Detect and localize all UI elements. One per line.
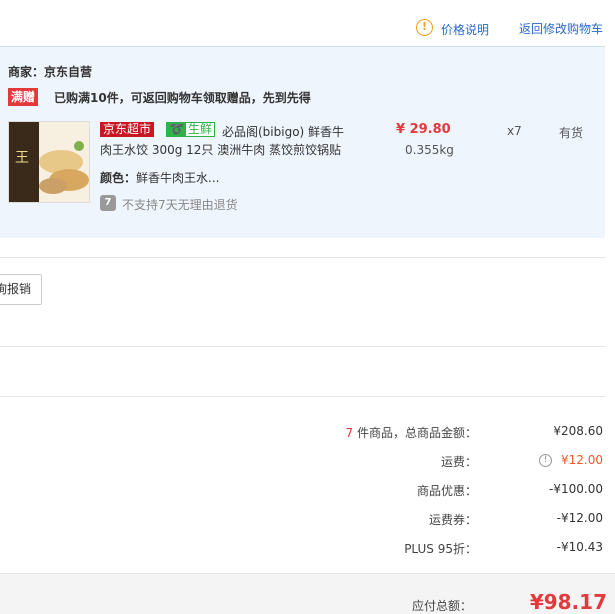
fresh-tag: ➰ 生鲜 (166, 122, 215, 137)
product-weight: 0.355kg (405, 143, 454, 157)
count-label-text: 件商品，总商品金额： (353, 426, 477, 440)
divider (0, 346, 605, 347)
gift-badge: 满赠 (8, 88, 39, 106)
product-thumbnail[interactable]: 王 (8, 121, 90, 203)
coupon-label: 运费券： (428, 513, 477, 527)
total-label: 应付总额： (411, 599, 472, 613)
plus-discount-amount: -¥10.43 (556, 540, 603, 554)
product-title-line1[interactable]: 必品阁(bibigo) 鲜香牛 (222, 123, 344, 140)
stock-status: 有货 (559, 126, 584, 140)
discount-amount: -¥100.00 (549, 482, 603, 496)
svg-text:王: 王 (15, 150, 29, 166)
summary-row-freight: 运费： ! ¥12.00 (0, 453, 605, 469)
dumpling-image-icon: 王 (9, 122, 89, 202)
total-amount: ¥98.17 (529, 590, 607, 614)
product-quantity: x7 (507, 124, 522, 138)
no-return-text: 不支持7天无理由退货 (122, 198, 238, 212)
product-price: ¥ 29.80 (396, 122, 451, 137)
reimbursement-button[interactable]: 询报销 (0, 274, 42, 305)
price-note-link[interactable]: 价格说明 (441, 21, 489, 38)
discount-label: 商品优惠： (416, 484, 477, 498)
product-title-line2[interactable]: 肉王水饺 300g 12只 澳洲牛肉 蒸饺煎饺锅贴 (100, 141, 341, 158)
freight-label: 运费： (440, 455, 477, 469)
order-panel: 商家：京东自营 满赠 已购满10件，可返回购物车领取赠品，先到先得 王 京东超市… (0, 46, 605, 238)
leaf-icon: ➰ (167, 122, 186, 136)
info-icon[interactable]: ! (416, 19, 433, 36)
gift-promo-text: 已购满10件，可返回购物车领取赠品，先到先得 (54, 91, 311, 105)
summary-count-label: 7 件商品，总商品金额： (346, 424, 477, 441)
summary-row-coupon: 运费券： -¥12.00 (0, 511, 605, 527)
divider (0, 396, 605, 397)
color-label: 颜色： (100, 171, 137, 185)
freight-amount: ¥12.00 (561, 453, 603, 467)
back-to-cart-link[interactable]: 返回修改购物车 (519, 20, 603, 37)
no-return-icon: 7 (100, 195, 116, 211)
merchant-label: 商家：京东自营 (8, 65, 93, 79)
summary-row-plus: PLUS 95折： -¥10.43 (0, 540, 605, 556)
freight-info-icon[interactable]: ! (539, 454, 552, 467)
fresh-tag-label: 生鲜 (187, 122, 212, 136)
divider (0, 257, 605, 258)
total-bar: 应付总额： ¥98.17 (0, 573, 615, 614)
top-links: ! 价格说明 返回修改购物车 (0, 18, 615, 40)
coupon-amount: -¥12.00 (556, 511, 603, 525)
jd-supermarket-tag: 京东超市 (100, 122, 155, 137)
goods-amount: ¥208.60 (553, 424, 603, 438)
summary-row-discount: 商品优惠： -¥100.00 (0, 482, 605, 498)
color-value: 鲜香牛肉王水... (136, 171, 220, 185)
summary-row-total-goods: 7 件商品，总商品金额： ¥208.60 (0, 424, 605, 440)
plus-discount-label: PLUS 95折： (404, 542, 477, 556)
